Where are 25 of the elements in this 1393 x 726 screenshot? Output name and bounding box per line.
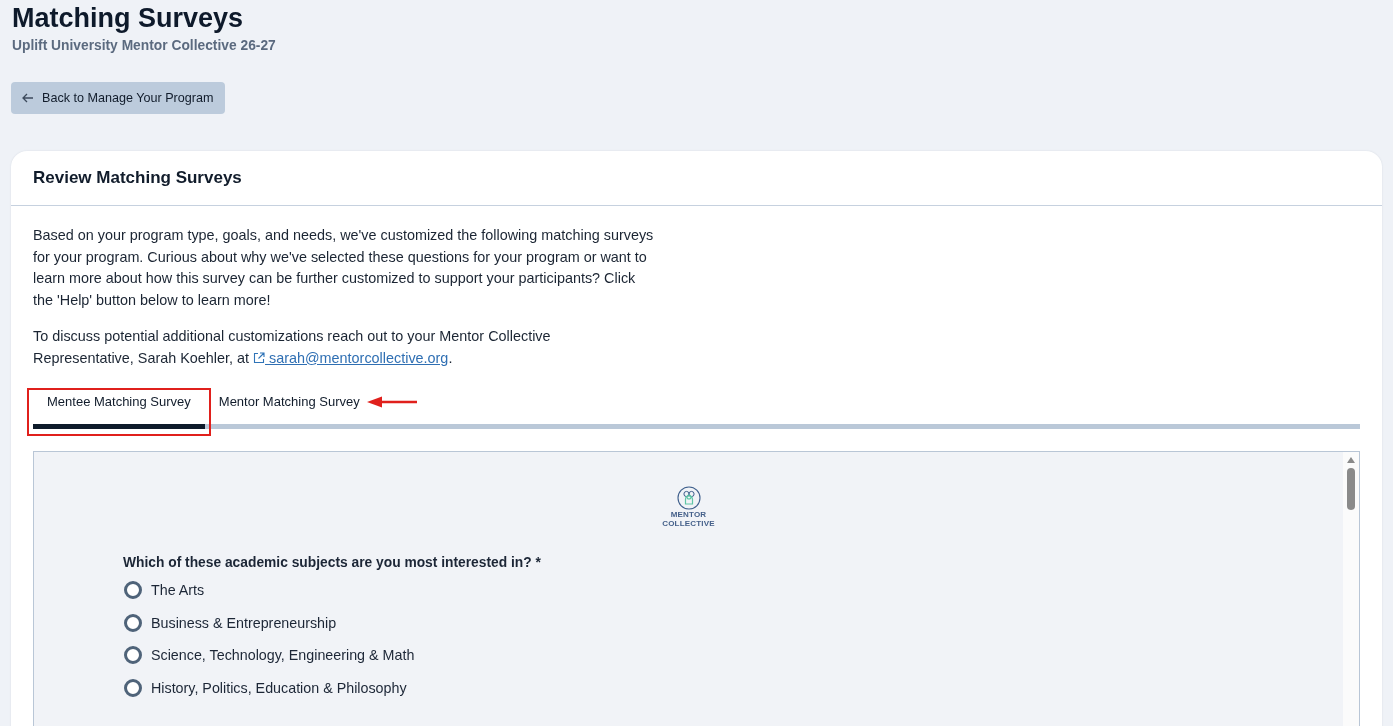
survey-tab[interactable]: Mentee Matching Survey [33, 382, 205, 430]
option-label: Science, Technology, Engineering & Math [151, 647, 415, 664]
page-title: Matching Surveys [12, 2, 244, 34]
logo-wordmark: MENTOR COLLECTIVE [662, 511, 715, 529]
question-text: Which of these academic subjects are you most interested in? * [123, 554, 541, 573]
radio-button[interactable] [124, 613, 142, 632]
option-label: History, Politics, Education & Philosophy [151, 679, 407, 696]
scrollbar-thumb[interactable] [1347, 468, 1355, 511]
scroll-up-icon[interactable] [1347, 457, 1355, 464]
option-label: The Arts [151, 582, 205, 599]
program-subtitle: Uplift University Mentor Collective 26-27 [12, 37, 276, 54]
survey-tab[interactable]: Mentor Matching Survey [204, 382, 374, 430]
radio-button[interactable] [124, 646, 142, 665]
external-link-icon [253, 351, 265, 364]
radio-button[interactable] [124, 581, 142, 600]
scrollbar[interactable] [1343, 452, 1359, 726]
people-logo-icon [676, 486, 701, 511]
option-label: Business & Entrepreneurship [151, 614, 337, 631]
email-link[interactable]: sarah@mentorcollective.org [253, 349, 449, 366]
card-title: Review Matching Surveys [33, 168, 242, 188]
left-arrow-icon [22, 93, 34, 103]
back-button[interactable]: Back to Manage Your Program [11, 82, 225, 114]
intro-paragraph: Based on your program type, goals, and needs, we've customized the following matching surveys for your program. Curious about why we've selected these questions for your program or want to learn more about how this survey can be further customized to support your participants? Click the 'Help' button below to learn more! [33, 226, 655, 311]
radio-button[interactable] [124, 678, 142, 697]
contact-paragraph: To discuss potential additional customizations reach out to your Mentor Collective Representative, Sarah Koehler, at sarah@mentorcollective.org. [33, 326, 552, 368]
